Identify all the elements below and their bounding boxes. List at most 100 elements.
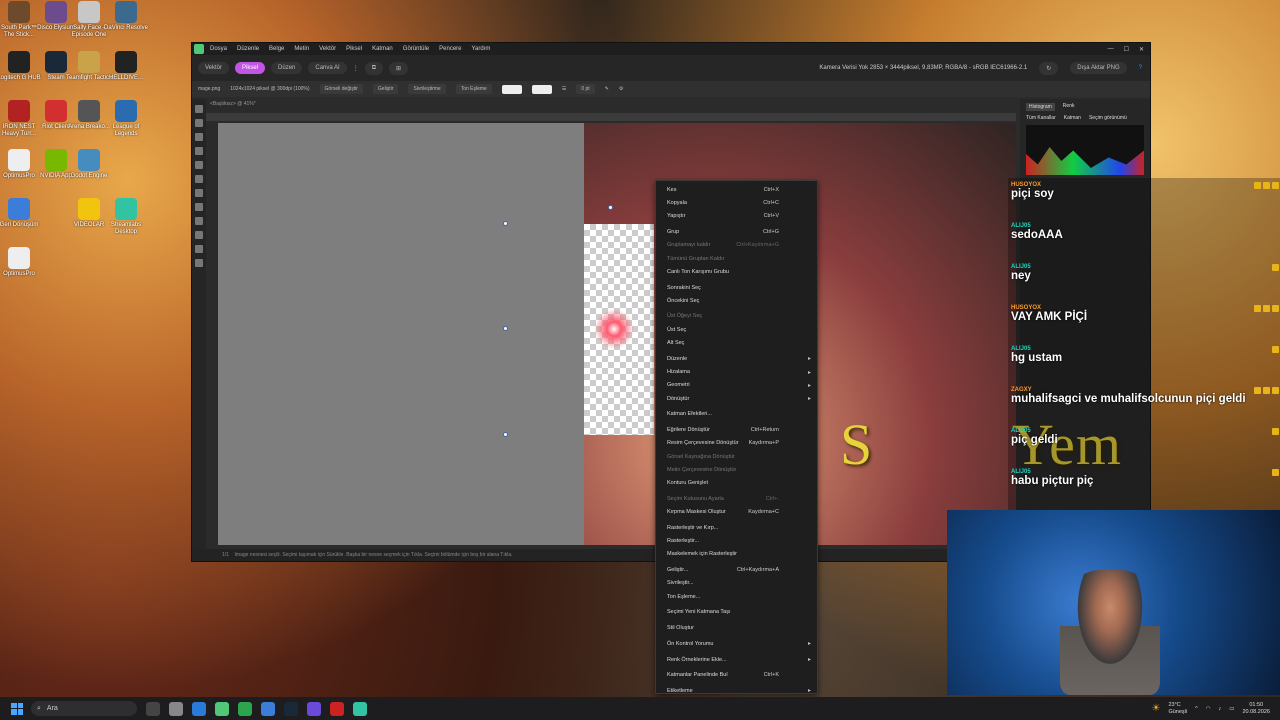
context-menu-item[interactable]: Sivrileştir... xyxy=(656,577,817,590)
selection-view-option[interactable]: Seçim görünümü xyxy=(1089,115,1127,121)
pen-tool-icon[interactable] xyxy=(195,231,203,239)
start-icon[interactable] xyxy=(11,702,23,715)
context-menu-item[interactable]: Katman Efektleri... xyxy=(656,408,817,421)
context-menu-item[interactable]: Gruplamayı kaldır Ctrl+Kaydırma+G xyxy=(656,239,817,252)
menu-item[interactable]: Piksel xyxy=(346,46,362,52)
battery-icon[interactable]: ▭ xyxy=(1229,706,1234,712)
context-menu-item[interactable]: Rasterleştir... xyxy=(656,535,817,548)
context-menu-item[interactable]: Etiketleme ▸ xyxy=(656,684,817,697)
menu-item[interactable]: Pencere xyxy=(439,46,461,52)
stroke-width[interactable]: 0 pt xyxy=(576,84,595,94)
channel-select[interactable]: Tüm Kanallar xyxy=(1026,115,1056,121)
menu-item[interactable]: Dosya xyxy=(210,46,227,52)
enhance-button[interactable]: Geliştir xyxy=(372,84,399,94)
wifi-icon[interactable]: ◠ xyxy=(1206,706,1211,712)
taskbar-search[interactable]: ⌕ Ara xyxy=(31,701,137,716)
context-menu-item[interactable]: Rasterleştir ve Kırp... xyxy=(656,521,817,534)
context-menu-item[interactable]: Hizalama ▸ xyxy=(656,365,817,378)
stroke-swatch[interactable] xyxy=(531,84,552,94)
desktop-icon[interactable]: Streamlabs Desktop xyxy=(103,198,149,236)
move-tool-icon[interactable] xyxy=(195,105,203,113)
persona-piksel[interactable]: Piksel xyxy=(235,62,266,74)
taskbar-app-icon[interactable] xyxy=(330,701,344,716)
context-menu-item[interactable]: Stil Oluştur xyxy=(656,622,817,635)
taskbar-app-icon[interactable] xyxy=(238,701,252,716)
fill-swatch[interactable] xyxy=(501,84,522,94)
export-button[interactable]: Dışa Aktar PNG xyxy=(1070,62,1127,74)
pen-icon[interactable]: ✎ xyxy=(605,86,609,92)
taskbar-app-icon[interactable] xyxy=(307,701,321,716)
context-menu-item[interactable]: Yapıştır Ctrl+V xyxy=(656,210,817,223)
shape-tool-icon[interactable] xyxy=(195,217,203,225)
layer-option[interactable]: Katman xyxy=(1064,115,1081,121)
persona-düzen[interactable]: Düzen xyxy=(271,62,303,74)
menu-item[interactable]: Belge xyxy=(269,46,284,52)
context-menu-item[interactable]: Kopyala Ctrl+C xyxy=(656,196,817,209)
taskbar-app-icon[interactable] xyxy=(146,701,160,716)
taskbar-app-icon[interactable] xyxy=(284,701,298,716)
context-menu-item[interactable]: Eğrilere Dönüştür Ctrl+Return xyxy=(656,423,817,436)
layers-icon[interactable]: ⧉ xyxy=(364,61,384,75)
selection-handle[interactable] xyxy=(503,432,508,437)
context-menu-item[interactable]: Maskelemek için Rasterleştir xyxy=(656,548,817,561)
context-menu-item[interactable]: Canlı Ton Karışımı Grubu xyxy=(656,265,817,278)
rotation-handle[interactable] xyxy=(608,205,613,210)
context-menu-item[interactable]: Sonrakini Seç xyxy=(656,281,817,294)
persona-vektör[interactable]: Vektör xyxy=(198,62,230,74)
selection-tool-icon[interactable] xyxy=(195,133,203,141)
close-icon[interactable]: ✕ xyxy=(1139,46,1144,53)
context-menu-item[interactable]: Alt Seç xyxy=(656,336,817,349)
context-menu-item[interactable]: Geliştir... Ctrl+Kaydırma+A xyxy=(656,564,817,577)
context-menu-item[interactable]: Görsel Kaynağına Dönüştür xyxy=(656,450,817,463)
menu-item[interactable]: Düzenle xyxy=(237,46,259,52)
settings-icon[interactable]: ⚙ xyxy=(619,86,623,92)
sharpen-button[interactable]: Sivrileştirme xyxy=(408,84,446,94)
maximize-icon[interactable]: ☐ xyxy=(1124,46,1129,53)
taskbar-app-icon[interactable] xyxy=(261,701,275,716)
desktop-icon[interactable]: HELLDIVE... xyxy=(103,51,149,82)
context-menu-item[interactable]: Resim Çerçevesine Dönüştür Kaydırma+P xyxy=(656,437,817,450)
desktop-icon[interactable]: Godot Engine xyxy=(66,149,112,180)
taskbar-app-icon[interactable] xyxy=(169,701,183,716)
minimize-icon[interactable]: — xyxy=(1108,46,1114,53)
context-menu-item[interactable]: Ön Kontrol Yorumu ▸ xyxy=(656,637,817,650)
selection-handle[interactable] xyxy=(503,326,508,331)
align-icon[interactable]: ☰ xyxy=(562,86,566,92)
persona-canva-ai[interactable]: Canva AI xyxy=(308,62,347,74)
context-menu-item[interactable]: Ton Eşleme... xyxy=(656,590,817,603)
chevron-up-icon[interactable]: ^ xyxy=(1195,706,1198,712)
desktop-icon[interactable]: DaVinci Resolve xyxy=(103,1,149,32)
context-menu-item[interactable]: Grup Ctrl+G xyxy=(656,225,817,238)
tab-histogram[interactable]: Histogram xyxy=(1026,103,1055,111)
desktop-icon[interactable]: OptimusPro xyxy=(0,247,42,278)
fill-tool-icon[interactable] xyxy=(195,175,203,183)
desktop-icon[interactable]: League of Legends xyxy=(103,100,149,138)
taskbar-app-icon[interactable] xyxy=(215,701,229,716)
taskbar-app-icon[interactable] xyxy=(192,701,206,716)
selection-handle[interactable] xyxy=(503,221,508,226)
context-menu-item[interactable]: Öncekini Seç xyxy=(656,294,817,307)
clone-tool-icon[interactable] xyxy=(195,189,203,197)
tone-mapping-button[interactable]: Ton Eşleme xyxy=(455,84,492,94)
menu-item[interactable]: Katman xyxy=(372,46,393,52)
help-icon[interactable]: ? xyxy=(1139,65,1142,71)
context-menu-item[interactable]: Konturu Genişlet xyxy=(656,477,817,490)
context-menu-item[interactable]: Katmanlar Panelinde Bul Ctrl+K xyxy=(656,669,817,682)
replace-image-button[interactable]: Görseli değiştir xyxy=(319,84,363,94)
brush-tool-icon[interactable] xyxy=(195,147,203,155)
desktop-icon[interactable]: Geri Dönüşüm xyxy=(0,198,42,229)
sync-icon[interactable]: ↻ xyxy=(1039,61,1059,75)
eraser-tool-icon[interactable] xyxy=(195,161,203,169)
context-menu-item[interactable]: Dönüştür ▸ xyxy=(656,392,817,405)
crop-tool-icon[interactable] xyxy=(195,119,203,127)
context-menu-item[interactable]: Seçimi Yeni Katmana Taşı xyxy=(656,606,817,619)
context-menu-item[interactable]: Tümünü Gruptan Kaldır xyxy=(656,252,817,265)
context-menu-item[interactable]: Kırpma Maskesi Oluştur Kaydırma+C xyxy=(656,506,817,519)
grid-icon[interactable]: ⊞ xyxy=(389,61,409,75)
context-menu-item[interactable]: Seçim Kutusunu Ayarla Ctrl+. xyxy=(656,492,817,505)
document-tab[interactable]: <Başlıksız> @ 41%* xyxy=(210,101,256,111)
context-menu-item[interactable]: Renk Örneklerine Ekle... ▸ xyxy=(656,653,817,666)
menu-item[interactable]: Yardım xyxy=(472,46,491,52)
menu-item[interactable]: Görüntüle xyxy=(403,46,429,52)
clock[interactable]: 01:50 20.08.2026 xyxy=(1242,702,1270,716)
